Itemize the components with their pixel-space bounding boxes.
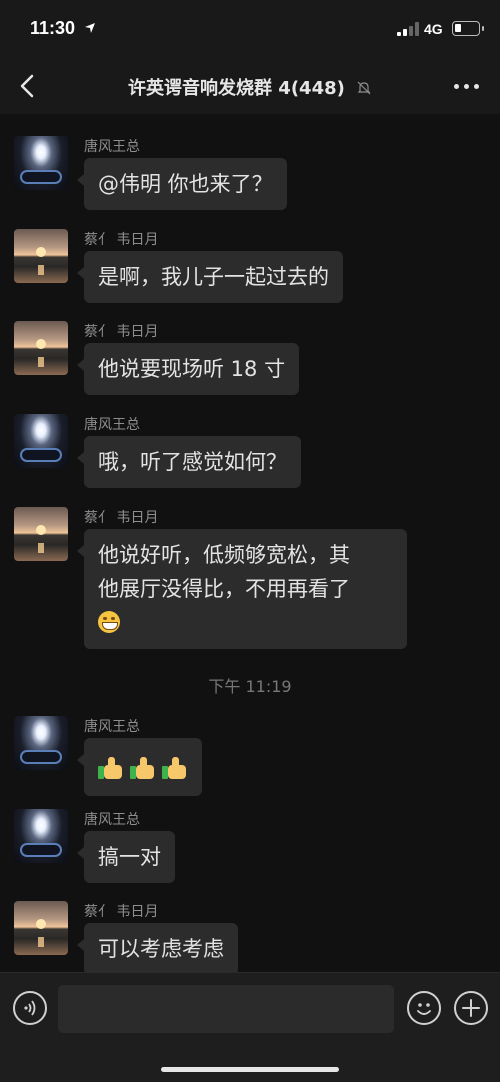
signal-icon: [397, 22, 419, 36]
avatar[interactable]: [14, 229, 68, 283]
message-bubble[interactable]: 他说好听，低频够宽松，其 他展厅没得比，不用再看了: [77, 529, 407, 649]
sender-name: 唐风王总: [84, 812, 140, 828]
battery-icon: [452, 21, 484, 36]
status-time: 11:30: [30, 18, 76, 38]
message-bubble[interactable]: 可以考虑考虑: [77, 923, 238, 972]
sender-name: 蔡亻 韦日月: [84, 510, 159, 526]
nav-bar: 许英谔音响发烧群 4(448): [0, 58, 500, 114]
message-input[interactable]: [58, 985, 394, 1033]
message-line: 他展厅没得比，不用再看了: [98, 577, 350, 601]
sender-name: 唐风王总: [84, 719, 140, 735]
message-bubble[interactable]: 是啊，我儿子一起过去的: [77, 251, 343, 303]
home-indicator: [161, 1067, 339, 1072]
avatar[interactable]: [14, 901, 68, 955]
emoji-icon[interactable]: [407, 991, 441, 1025]
thumbs-up-emoji: [130, 755, 156, 781]
voice-icon[interactable]: [13, 991, 47, 1025]
sender-name: 蔡亻 韦日月: [84, 904, 159, 920]
message-bubble[interactable]: [77, 738, 202, 796]
grinning-face-emoji: [98, 611, 120, 633]
location-arrow-icon: [85, 23, 95, 33]
sender-name: 蔡亻 韦日月: [84, 324, 159, 340]
nav-title-wrap: 许英谔音响发烧群 4(448): [0, 74, 500, 100]
avatar[interactable]: [14, 321, 68, 375]
sender-name: 蔡亻 韦日月: [84, 232, 159, 248]
avatar[interactable]: [14, 507, 68, 561]
more-dots-icon[interactable]: [454, 78, 480, 94]
message-bubble[interactable]: 搞一对: [77, 831, 175, 883]
plus-icon[interactable]: [454, 991, 488, 1025]
avatar[interactable]: [14, 414, 68, 468]
status-bar: 11:30 4G: [0, 0, 500, 58]
chat-area: 唐风王总 @伟明 你也来了？ 蔡亻 韦日月 是啊，我儿子一起过去的 蔡亻 韦日月…: [0, 114, 500, 972]
avatar[interactable]: [14, 136, 68, 190]
message-bubble[interactable]: @伟明 你也来了？: [77, 158, 287, 210]
message-line: 他说好听，低频够宽松，其: [98, 543, 350, 567]
network-label: 4G: [424, 21, 443, 37]
time-divider: 下午 11:19: [208, 677, 292, 696]
chat-title: 许英谔音响发烧群 4(448): [128, 78, 345, 99]
message-bubble[interactable]: 哦，听了感觉如何？: [77, 436, 301, 488]
sender-name: 唐风王总: [84, 417, 140, 433]
thumbs-up-emoji: [162, 755, 188, 781]
sender-name: 唐风王总: [84, 139, 140, 155]
bell-off-icon: [357, 81, 371, 95]
thumbs-up-emoji: [98, 755, 124, 781]
input-bar: [0, 972, 500, 1082]
message-bubble[interactable]: 他说要现场听 18 寸: [76, 343, 300, 395]
avatar[interactable]: [14, 809, 68, 863]
avatar[interactable]: [14, 716, 68, 770]
